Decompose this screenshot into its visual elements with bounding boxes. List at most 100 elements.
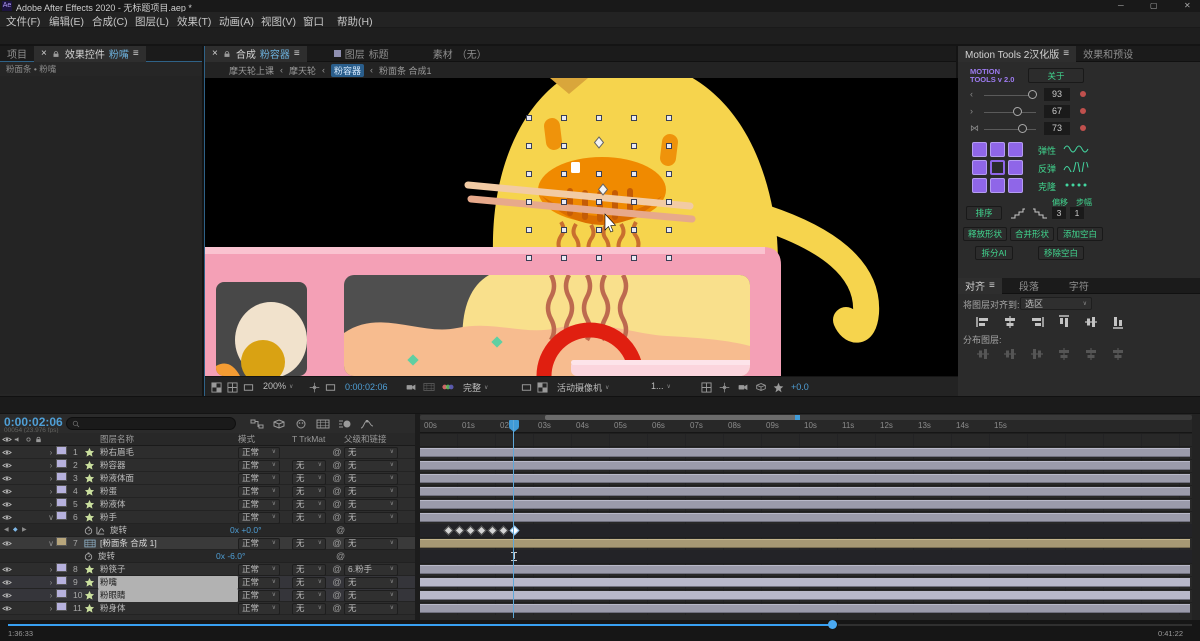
- menu-composition[interactable]: 合成(C): [92, 14, 128, 29]
- stair-down-icon[interactable]: [1032, 207, 1048, 219]
- eye-toggle[interactable]: [2, 605, 12, 612]
- distribute-bottom-icon[interactable]: [1031, 347, 1043, 361]
- layer-color-swatch[interactable]: [56, 511, 67, 520]
- align-bottom-icon[interactable]: [1112, 315, 1124, 329]
- distribute-left-icon[interactable]: [1057, 348, 1071, 360]
- layer-row-4[interactable]: › 4 粉蛋 正常∨ 无∨ @ 无∨: [0, 485, 415, 498]
- blend-mode-dropdown[interactable]: 正常∨: [238, 460, 280, 472]
- layer-row-6[interactable]: ∨ 6 粉手 正常∨ 无∨ @ 无∨: [0, 511, 415, 524]
- tab-project[interactable]: 项目: [0, 46, 34, 62]
- distribute-center-h-icon[interactable]: [1084, 348, 1098, 360]
- timeline-search-input[interactable]: [83, 419, 223, 429]
- expand-arrow[interactable]: ›: [46, 446, 56, 459]
- layer-bar-selected[interactable]: [420, 591, 1190, 600]
- elastic-wave-icon[interactable]: [1062, 144, 1090, 154]
- layer-row-8[interactable]: › 8 粉筷子 正常∨ 无∨ @ 6.粉手∨: [0, 563, 415, 576]
- trkmat-dropdown[interactable]: 无∨: [292, 538, 326, 550]
- bounce-wave-icon[interactable]: [1062, 162, 1090, 172]
- ease-out-slider[interactable]: [984, 112, 1036, 113]
- layer-bar[interactable]: [420, 604, 1190, 613]
- fast-preview-icon[interactable]: [719, 382, 730, 393]
- mask-visibility-icon[interactable]: [325, 382, 336, 393]
- layer-color-swatch[interactable]: [56, 602, 67, 611]
- blend-mode-dropdown[interactable]: 正常∨: [238, 486, 280, 498]
- ease-both-value[interactable]: 73: [1044, 122, 1070, 135]
- draft-3d-icon[interactable]: [272, 419, 286, 429]
- ease-out-value[interactable]: 67: [1044, 105, 1070, 118]
- motion-blur-icon[interactable]: [338, 419, 352, 429]
- minimize-button[interactable]: ─: [1118, 1, 1124, 10]
- breadcrumb-item-current[interactable]: 粉容器: [331, 64, 364, 77]
- distribute-center-v-icon[interactable]: [1004, 347, 1016, 361]
- blend-mode-dropdown[interactable]: 正常∨: [238, 603, 280, 615]
- always-preview-icon[interactable]: [211, 382, 222, 393]
- layer-row-7[interactable]: ∨ 7 [粉面条 合成 1] 正常∨ 无∨ @ 无∨: [0, 537, 415, 550]
- layer-name[interactable]: 粉眼睛: [98, 589, 238, 602]
- graph-icon[interactable]: [96, 526, 105, 535]
- composition-viewer[interactable]: [205, 78, 959, 376]
- ease-out-slider-knob[interactable]: [1013, 107, 1022, 116]
- parent-dropdown[interactable]: 无∨: [344, 447, 398, 459]
- tab-paragraph[interactable]: 段落: [1012, 278, 1046, 294]
- layer-row-5[interactable]: › 5 粉液体 正常∨ 无∨ @ 无∨: [0, 498, 415, 511]
- pickwhip-icon[interactable]: @: [330, 446, 344, 459]
- tab-effects-presets[interactable]: 效果和预设: [1076, 46, 1140, 62]
- layer-bar[interactable]: [420, 474, 1190, 483]
- layer-row-2[interactable]: › 2 粉容器 正常∨ 无∨ @ 无∨: [0, 459, 415, 472]
- bounce-label[interactable]: 反弹: [1038, 162, 1056, 175]
- blend-mode-dropdown[interactable]: 正常∨: [238, 473, 280, 485]
- menu-file[interactable]: 文件(F): [6, 14, 40, 29]
- eye-toggle[interactable]: [2, 566, 12, 573]
- layer-color-swatch[interactable]: [56, 589, 67, 598]
- view-layout-dropdown[interactable]: 1...∨: [651, 381, 671, 391]
- column-layer-name[interactable]: 图层名称: [98, 433, 238, 446]
- trkmat-dropdown[interactable]: 无∨: [292, 473, 326, 485]
- align-right-icon[interactable]: [1030, 316, 1044, 328]
- reset-exposure-icon[interactable]: [773, 382, 784, 393]
- eye-toggle[interactable]: [2, 514, 12, 521]
- pickwhip-icon[interactable]: @: [336, 524, 345, 537]
- ease-in-slider-knob[interactable]: [1028, 90, 1037, 99]
- layer-bar[interactable]: [420, 513, 1190, 522]
- layer-color-swatch[interactable]: [56, 576, 67, 585]
- property-row-rotation-6[interactable]: ◀ ◆ ▶ 旋转 0x +0.0° @: [0, 524, 415, 537]
- panel-menu-icon[interactable]: ≡: [133, 48, 139, 59]
- align-left-icon[interactable]: [976, 316, 990, 328]
- align-to-dropdown[interactable]: 选区∨: [1020, 297, 1092, 310]
- parent-dropdown[interactable]: 无∨: [344, 603, 398, 615]
- layer-bar[interactable]: [420, 500, 1190, 509]
- layer-name[interactable]: 粉右眉毛: [98, 446, 238, 459]
- ease-in-value[interactable]: 93: [1044, 88, 1070, 101]
- blend-mode-dropdown[interactable]: 正常∨: [238, 564, 280, 576]
- pickwhip-icon[interactable]: @: [330, 472, 344, 485]
- property-row-rotation-7[interactable]: 旋转 0x -6.0° @: [0, 550, 415, 563]
- release-shape-button[interactable]: 释放形状: [963, 227, 1007, 241]
- timeline-button-icon[interactable]: [737, 382, 749, 392]
- distribute-right-icon[interactable]: [1111, 348, 1125, 360]
- pickwhip-icon[interactable]: @: [330, 498, 344, 511]
- proportional-grid-icon[interactable]: [243, 382, 254, 393]
- column-parent[interactable]: 父级和链接: [344, 433, 401, 446]
- trkmat-dropdown[interactable]: 无∨: [292, 499, 326, 511]
- menu-effect[interactable]: 效果(T): [177, 14, 211, 29]
- parent-dropdown[interactable]: 无∨: [344, 499, 398, 511]
- trkmat-dropdown[interactable]: 无∨: [292, 577, 326, 589]
- layer-row-10[interactable]: › 10 粉眼睛 正常∨ 无∨ @ 无∨: [0, 589, 415, 602]
- layer-row-1[interactable]: › 1 粉右眉毛 正常∨ @ 无∨: [0, 446, 415, 459]
- layer-color-swatch[interactable]: [56, 446, 67, 455]
- keyframe-current-icon[interactable]: ◆: [13, 524, 18, 537]
- tab-character[interactable]: 字符: [1062, 278, 1096, 294]
- stopwatch-icon[interactable]: [84, 526, 93, 535]
- blend-mode-dropdown[interactable]: 正常∨: [238, 538, 280, 550]
- property-value[interactable]: 0x -6.0°: [216, 550, 245, 563]
- clone-label[interactable]: 克隆: [1038, 180, 1056, 193]
- scrub-handle[interactable]: [828, 620, 837, 629]
- layer-name[interactable]: 粉手: [98, 511, 238, 524]
- stair-up-icon[interactable]: [1010, 207, 1026, 219]
- parent-dropdown[interactable]: 无∨: [344, 473, 398, 485]
- view-dropdown[interactable]: 活动摄像机∨: [557, 381, 609, 394]
- comp-mini-flowchart-icon[interactable]: [250, 419, 264, 429]
- layer-row-3[interactable]: › 3 粉液体面 正常∨ 无∨ @ 无∨: [0, 472, 415, 485]
- layer-name[interactable]: 粉嘴: [98, 576, 238, 589]
- trkmat-dropdown[interactable]: 无∨: [292, 603, 326, 615]
